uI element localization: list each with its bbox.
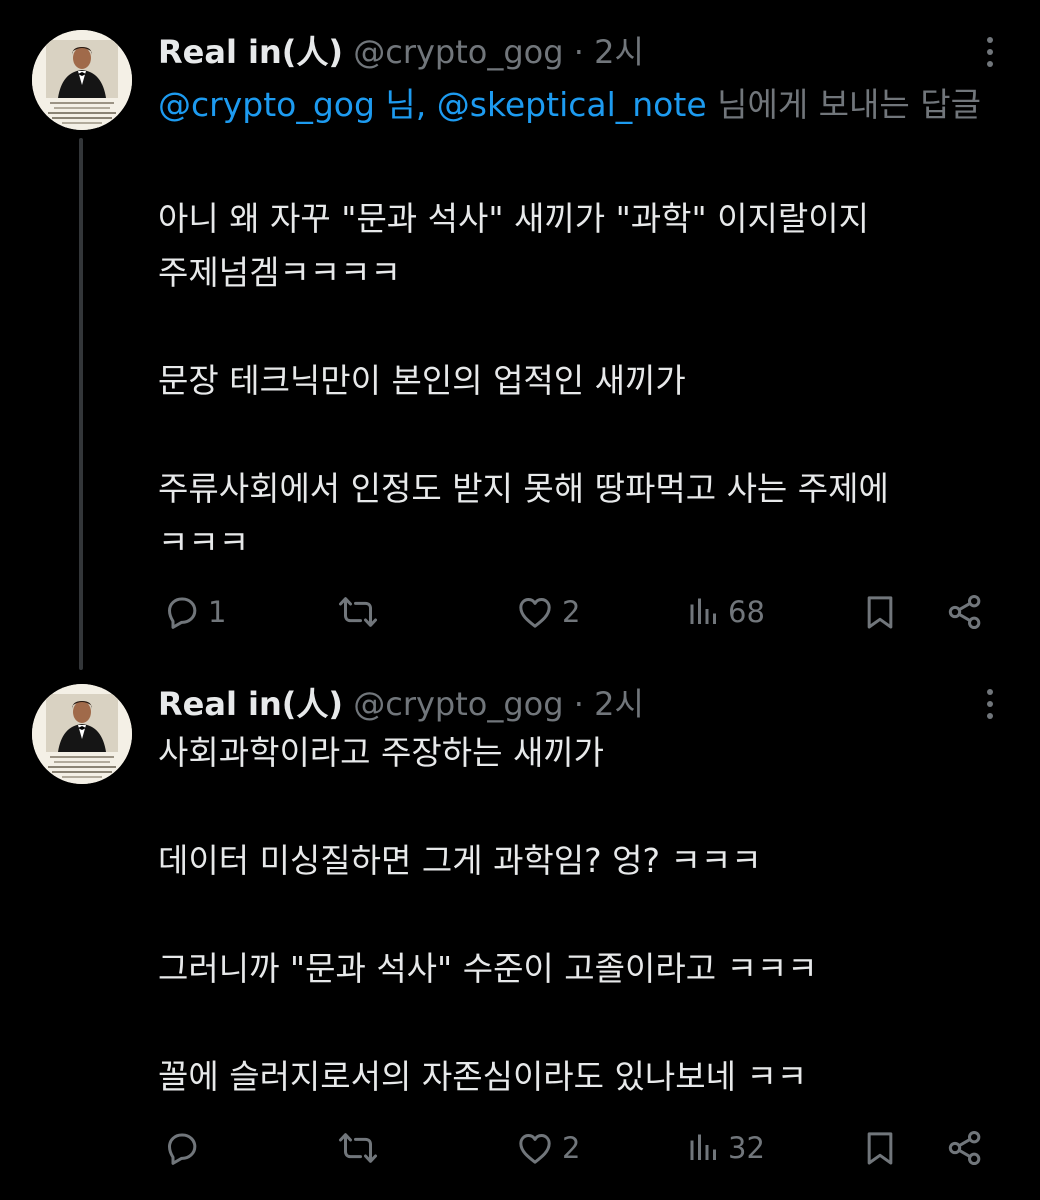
heart-icon	[519, 1134, 551, 1164]
reply-icon	[168, 1133, 197, 1165]
more-options-button[interactable]	[975, 684, 1005, 724]
tweet-timestamp[interactable]: 2시	[594, 33, 644, 71]
avatar-man-in-tuxedo-icon	[32, 30, 132, 130]
avatar[interactable]	[32, 30, 132, 130]
separator-dot: ·	[573, 33, 584, 71]
reply-button[interactable]: 1	[162, 588, 226, 636]
reply-button[interactable]	[162, 1124, 208, 1172]
views-button[interactable]: 32	[686, 1124, 765, 1172]
tweet-text-line: ㅋㅋㅋ	[158, 523, 250, 562]
mention-link[interactable]: @crypto_gog 님,	[158, 85, 426, 124]
like-count: 2	[562, 1131, 581, 1165]
tweet-text: 사회과학이라고 주장하는 새끼가 데이터 미싱질하면 그게 과학임? 엉? ㅋㅋ…	[158, 726, 1008, 1104]
author-name[interactable]: Real in(人)	[158, 685, 343, 723]
bookmark-button[interactable]	[860, 1124, 900, 1172]
reply-icon	[168, 597, 197, 629]
views-button[interactable]: 68	[686, 588, 765, 636]
tweet-header: Real in(人) @crypto_gog · 2시	[158, 28, 644, 76]
tweet-action-bar: 1 2 68	[0, 588, 1040, 636]
more-dot	[987, 61, 993, 67]
avatar-man-in-tuxedo-icon	[32, 684, 132, 784]
separator-dot: ·	[573, 685, 584, 723]
bookmark-button[interactable]	[860, 588, 900, 636]
like-button[interactable]: 2	[514, 588, 580, 636]
replying-to-suffix: 님에게 보내는 답글	[706, 85, 981, 124]
share-button[interactable]	[944, 1124, 986, 1172]
author-handle[interactable]: @crypto_gog	[353, 33, 563, 71]
repost-button[interactable]	[336, 1124, 386, 1172]
views-bar-chart-icon	[690, 1134, 716, 1160]
more-dot	[987, 37, 993, 43]
replying-to-line: @crypto_gog 님, @skeptical_note 님에게 보내는 답…	[158, 78, 998, 132]
avatar[interactable]	[32, 684, 132, 784]
repost-icon	[339, 597, 377, 627]
views-count: 32	[728, 1131, 765, 1165]
tweet-text-line: 주류사회에서 인정도 받지 못해 땅파먹고 사는 주제에	[158, 469, 889, 508]
tweet-text: 아니 왜 자꾸 "문과 석사" 새끼가 "과학" 이지랄이지 주제넘겜ㅋㅋㅋㅋ …	[158, 192, 1008, 570]
share-icon	[948, 595, 981, 629]
more-dot	[987, 713, 993, 719]
repost-icon	[339, 1133, 377, 1163]
author-handle[interactable]: @crypto_gog	[353, 685, 563, 723]
share-icon	[948, 1131, 981, 1165]
mention-link[interactable]: @skeptical_note	[437, 85, 707, 124]
heart-icon	[519, 598, 551, 628]
more-options-button[interactable]	[975, 32, 1005, 72]
tweet-text-line: 문장 테크닉만이 본인의 업적인 새끼가	[158, 361, 686, 400]
tweet-text-line: 그러니까 "문과 석사" 수준이 고졸이라고 ㅋㅋㅋ	[158, 949, 818, 988]
tweet[interactable]: Real in(人) @crypto_gog · 2시 @crypto_gog …	[0, 28, 1040, 648]
like-button[interactable]: 2	[514, 1124, 580, 1172]
more-dot	[987, 49, 993, 55]
like-count: 2	[562, 595, 581, 629]
views-bar-chart-icon	[690, 598, 716, 624]
more-dot	[987, 689, 993, 695]
bookmark-icon	[867, 1132, 893, 1165]
more-dot	[987, 701, 993, 707]
tweet-text-line: 꼴에 슬러지로서의 자존심이라도 있나보네 ㅋㅋ	[158, 1057, 808, 1096]
tweet-action-bar: 2 32	[0, 1124, 1040, 1172]
tweet-text-line: 데이터 미싱질하면 그게 과학임? 엉? ㅋㅋㅋ	[158, 841, 762, 880]
bookmark-icon	[867, 596, 893, 629]
tweet-text-line: 사회과학이라고 주장하는 새끼가	[158, 733, 605, 772]
tweet-header: Real in(人) @crypto_gog · 2시	[158, 680, 644, 728]
repost-button[interactable]	[336, 588, 386, 636]
author-name[interactable]: Real in(人)	[158, 33, 343, 71]
reply-count: 1	[208, 595, 227, 629]
tweet-text-line: 주제넘겜ㅋㅋㅋㅋ	[158, 253, 401, 292]
tweet-text-line: 아니 왜 자꾸 "문과 석사" 새끼가 "과학" 이지랄이지	[158, 199, 869, 238]
tweet[interactable]: Real in(人) @crypto_gog · 2시 사회과학이라고 주장하는…	[0, 680, 1040, 1180]
share-button[interactable]	[944, 588, 986, 636]
views-count: 68	[728, 595, 765, 629]
tweet-timestamp[interactable]: 2시	[594, 685, 644, 723]
